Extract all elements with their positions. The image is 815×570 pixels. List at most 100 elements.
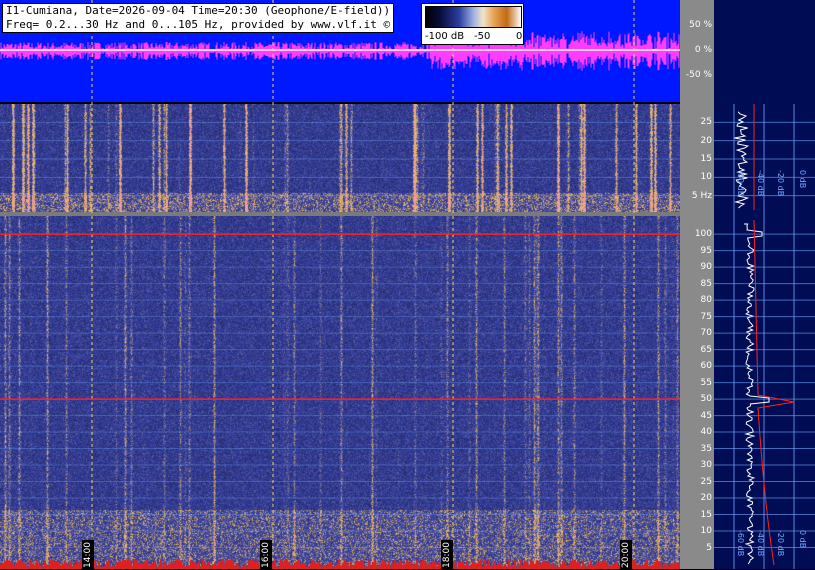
noise-bar [588,564,590,569]
noise-bar [52,560,54,569]
noise-bar [282,562,284,569]
noise-bar [58,561,60,569]
noise-bar [546,562,548,569]
noise-bar [584,564,586,569]
noise-bar [632,560,634,569]
noise-bar [650,565,652,569]
noise-bar [188,565,190,569]
noise-bar [654,561,656,569]
noise-bar [310,564,312,569]
noise-bar [522,565,524,569]
noise-bar [478,560,480,569]
noise-bar [354,564,356,569]
high-freq-tick-label: 10 [700,526,712,536]
noise-bar [74,564,76,569]
noise-bar [438,562,440,569]
noise-bar [150,563,152,569]
noise-bar [294,562,296,569]
noise-bar [398,563,400,569]
noise-bar [108,559,110,569]
noise-bar [202,559,204,569]
noise-bar [134,560,136,569]
noise-bar [248,561,250,569]
noise-bar [22,562,24,569]
high-freq-tick-label: 20 [700,493,712,504]
noise-bar [514,559,516,569]
noise-bar [676,562,678,569]
noise-bar [554,565,556,569]
noise-bar [180,560,182,569]
noise-bar [146,559,148,569]
noise-bar [250,559,252,569]
colorbar-label-mid: -50 [474,31,491,42]
noise-bar [92,562,94,569]
noise-bar [122,559,124,569]
side-db-label-low: -40 dB [756,170,765,197]
noise-bar [286,559,288,569]
noise-bar [166,565,168,569]
high-freq-tick-label: 35 [700,443,712,454]
noise-bar [540,564,542,569]
noise-bar [452,560,454,569]
noise-bar [368,560,370,569]
side-db-label-high: 0 dB [798,530,807,549]
noise-bar [296,561,298,569]
noise-bar [424,560,426,569]
noise-bar [572,559,574,569]
high-freq-tick-label: 55 [700,377,712,388]
noise-bar [318,562,320,569]
noise-bar [190,560,192,569]
noise-bar [576,562,578,569]
noise-bar [454,561,456,569]
noise-bar [170,563,172,569]
noise-bar [416,560,418,569]
noise-bar [472,560,474,569]
noise-bar [94,559,96,569]
noise-bar [298,559,300,569]
noise-bar [664,563,666,569]
noise-bar [574,559,576,569]
noise-bar [552,563,554,569]
noise-bar [674,562,676,569]
noise-bar [160,559,162,569]
noise-bar [444,563,446,569]
high-freq-tick-label: 40 [700,427,712,438]
noise-bar [130,560,132,569]
noise-bar [500,563,502,569]
noise-bar [86,565,88,569]
noise-bar [626,565,628,569]
noise-bar [518,564,520,569]
noise-bar [634,559,636,569]
side-db-label-low: -60 dB [736,170,745,197]
noise-bar [350,561,352,569]
noise-bar [440,563,442,569]
side-db-label-high: -60 dB [736,530,745,557]
noise-bar [66,563,68,569]
noise-bar [542,561,544,569]
noise-bar [370,564,372,569]
spectrum-side-labels: -60 dB -40 dB -20 dB 0 dB -60 dB -40 dB -20 dB… [714,0,815,569]
noise-bar [152,563,154,569]
high-freq-tick-label: 100 [694,229,712,240]
noise-bar [526,561,528,569]
noise-bar [24,563,26,569]
side-db-label-low: 0 dB [798,170,807,189]
waveform-tick-label: 0 % [694,45,712,55]
noise-bar [532,561,534,569]
noise-bar [20,559,22,569]
colorbar-gradient [425,6,522,28]
noise-bar [430,563,432,569]
noise-bar [602,560,604,569]
noise-bar [208,561,210,569]
spectrogram-overlay [0,0,680,569]
noise-bar [328,563,330,569]
noise-bar [426,564,428,569]
noise-bar [176,559,178,569]
noise-bar [234,565,236,569]
noise-bar [422,559,424,569]
high-freq-tick-label: 45 [700,410,712,421]
noise-bar [320,563,322,569]
noise-bar [520,559,522,569]
noise-bar [138,563,140,569]
noise-bar [512,565,514,569]
